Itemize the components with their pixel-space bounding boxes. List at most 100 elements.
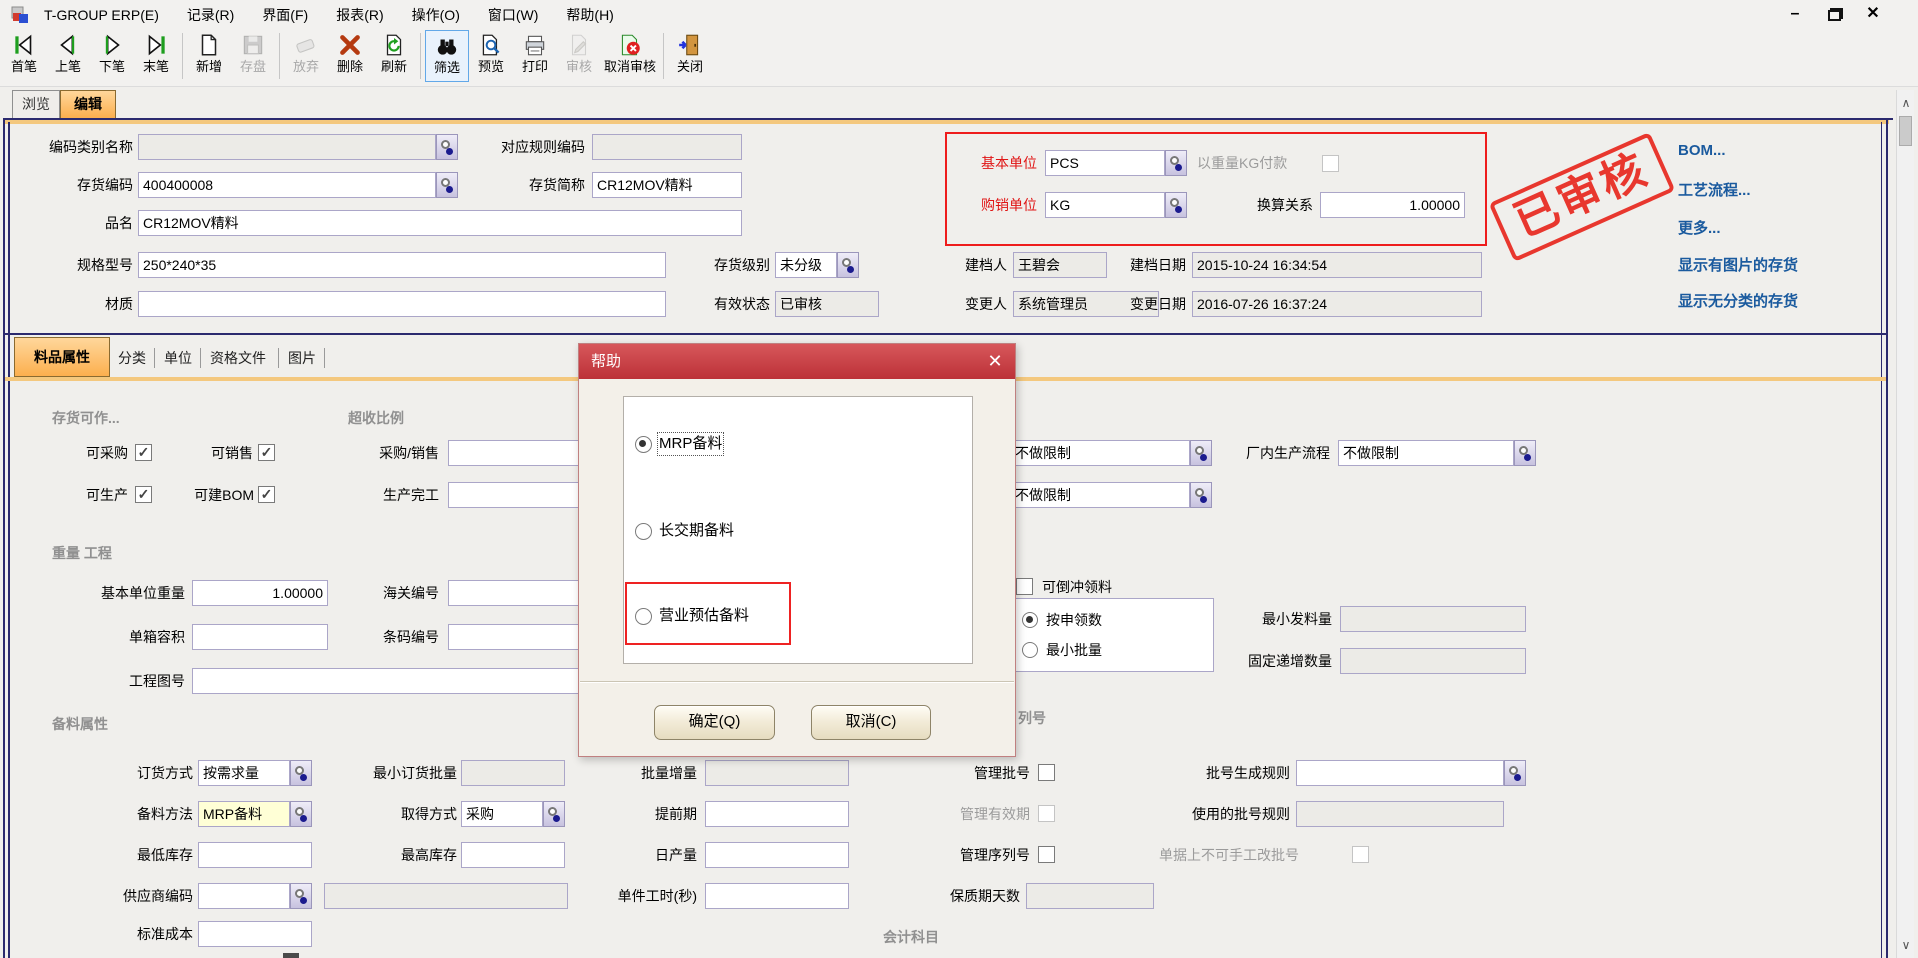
order-method-lookup-button[interactable] (290, 760, 312, 786)
dialog-title[interactable]: 帮助 (579, 344, 1015, 379)
code-category-lookup-button[interactable] (436, 134, 458, 160)
item-code-field[interactable]: 400400008 (138, 172, 436, 198)
tab-browse[interactable]: 浏览 (12, 90, 60, 118)
close-window-button[interactable]: ✕ (1858, 2, 1888, 26)
supplier-code-lookup-button[interactable] (290, 883, 312, 909)
producible-checkbox[interactable] (135, 486, 152, 503)
drawing-no-label: 工程图号 (95, 668, 185, 694)
menu-window[interactable]: 窗口(W) (474, 0, 553, 30)
toolbar-refresh-button[interactable]: 刷新 (372, 30, 416, 82)
base-unit-weight-field[interactable]: 1.00000 (192, 580, 328, 606)
std-cost-field[interactable] (198, 921, 312, 947)
item-level-lookup-button[interactable] (837, 252, 859, 278)
unit-work-seconds-field[interactable] (705, 883, 849, 909)
menu-report[interactable]: 报表(R) (322, 0, 397, 30)
menu-interface[interactable]: 界面(F) (248, 0, 322, 30)
min-order-batch-field (461, 760, 565, 786)
menu-operation[interactable]: 操作(O) (398, 0, 474, 30)
factory-flow-lookup-button[interactable] (1514, 440, 1536, 466)
subtab-unit[interactable]: 单位 (164, 346, 192, 370)
scroll-up-icon[interactable]: ∧ (1897, 94, 1915, 112)
ok-button[interactable]: 确定(Q) (654, 705, 775, 740)
minimize-button[interactable]: – (1780, 2, 1810, 26)
subtab-category[interactable]: 分类 (118, 346, 146, 370)
vertical-scrollbar[interactable]: ∧ ∨ (1896, 90, 1914, 958)
help-dialog: 帮助 ✕ MRP备料 长交期备料 营业预估备料 确定(Q) 取消(C) (578, 343, 1016, 757)
toolbar-preview-button[interactable]: 预览 (469, 30, 513, 82)
link-process-flow[interactable]: 工艺流程... (1678, 179, 1751, 200)
prep-method-field[interactable]: MRP备料 (198, 801, 290, 827)
acquire-method-field[interactable]: 采购 (461, 801, 543, 827)
bom-allowed-checkbox[interactable] (258, 486, 275, 503)
shelf-life-days-field (1026, 883, 1154, 909)
link-show-uncategorized[interactable]: 显示无分类的存货 (1678, 290, 1798, 311)
subtab-qualification[interactable]: 资格文件 (210, 346, 266, 370)
cancel-button[interactable]: 取消(C) (811, 705, 931, 740)
supplier-code-field[interactable] (198, 883, 290, 909)
max-stock-field[interactable] (461, 842, 565, 868)
rule-code-field[interactable] (592, 134, 742, 160)
toolbar-filter-button[interactable]: 筛选 (425, 30, 469, 82)
dialog-close-icon[interactable]: ✕ (975, 344, 1015, 379)
sellable-checkbox[interactable] (258, 444, 275, 461)
app-icon (10, 5, 30, 25)
delete-x-icon (337, 32, 363, 58)
tab-edit[interactable]: 编辑 (60, 90, 116, 118)
toolbar-new-button[interactable]: 新增 (187, 30, 231, 82)
scrollbar-thumb[interactable] (1899, 116, 1912, 146)
spec-field[interactable]: 250*240*35 (138, 252, 666, 278)
mrp-prep-radio[interactable] (635, 436, 652, 453)
lead-time-field[interactable] (705, 801, 849, 827)
toolbar-print-button[interactable]: 打印 (513, 30, 557, 82)
link-show-with-images[interactable]: 显示有图片的存货 (1678, 254, 1798, 275)
box-volume-field[interactable] (192, 624, 328, 650)
menu-app[interactable]: T-GROUP ERP(E) (30, 0, 173, 30)
subtab-item-attrs[interactable]: 料品属性 (14, 337, 110, 377)
restore-button[interactable] (1820, 2, 1850, 26)
menu-record[interactable]: 记录(R) (173, 0, 248, 30)
sellable-label: 可销售 (185, 440, 253, 466)
link-bom[interactable]: BOM... (1678, 142, 1726, 159)
factory-flow-field[interactable]: 不做限制 (1338, 440, 1514, 466)
prep-method-lookup-button[interactable] (290, 801, 312, 827)
toolbar-last-button[interactable]: 末笔 (134, 30, 178, 82)
toolbar-next-button[interactable]: 下笔 (90, 30, 134, 82)
manage-batch-checkbox[interactable] (1038, 764, 1055, 781)
toolbar-unaudit-button[interactable]: 取消审核 (601, 30, 659, 82)
item-level-field[interactable]: 未分级 (775, 252, 837, 278)
mrp-prep-label[interactable]: MRP备料 (659, 434, 722, 454)
link-more[interactable]: 更多... (1678, 217, 1721, 238)
issue-by-request-label: 按申领数 (1046, 607, 1146, 633)
daily-output-field[interactable] (705, 842, 849, 868)
limit2-field[interactable]: 不做限制 (1010, 482, 1190, 508)
toolbar-first-button[interactable]: 首笔 (2, 30, 46, 82)
backflush-label: 可倒冲领料 (1042, 574, 1162, 600)
scroll-down-icon[interactable]: ∨ (1897, 936, 1915, 954)
backflush-checkbox[interactable] (1016, 578, 1033, 595)
purchasable-checkbox[interactable] (135, 444, 152, 461)
batch-rule-field[interactable] (1296, 760, 1504, 786)
item-short-name-field[interactable]: CR12MOV精料 (592, 172, 742, 198)
toolbar-close-button[interactable]: 关闭 (668, 30, 712, 82)
toolbar-prev-button[interactable]: 上笔 (46, 30, 90, 82)
menu-help[interactable]: 帮助(H) (552, 0, 627, 30)
material-field[interactable] (138, 291, 666, 317)
code-category-field[interactable] (138, 134, 436, 160)
issue-by-request-radio[interactable] (1022, 612, 1038, 628)
subtab-image[interactable]: 图片 (288, 346, 316, 370)
limit1-field[interactable]: 不做限制 (1010, 440, 1190, 466)
min-batch-radio[interactable] (1022, 642, 1038, 658)
batch-rule-lookup-button[interactable] (1504, 760, 1526, 786)
toolbar-delete-button[interactable]: 删除 (328, 30, 372, 82)
item-code-lookup-button[interactable] (436, 172, 458, 198)
modify-date-field: 2016-07-26 16:37:24 (1192, 291, 1482, 317)
item-name-field[interactable]: CR12MOV精料 (138, 210, 742, 236)
limit1-lookup-button[interactable] (1190, 440, 1212, 466)
long-leadtime-prep-label[interactable]: 长交期备料 (659, 521, 734, 541)
order-method-field[interactable]: 按需求量 (198, 760, 290, 786)
long-leadtime-prep-radio[interactable] (635, 523, 652, 540)
limit2-lookup-button[interactable] (1190, 482, 1212, 508)
min-stock-field[interactable] (198, 842, 312, 868)
acquire-method-lookup-button[interactable] (543, 801, 565, 827)
manage-serial-checkbox[interactable] (1038, 846, 1055, 863)
